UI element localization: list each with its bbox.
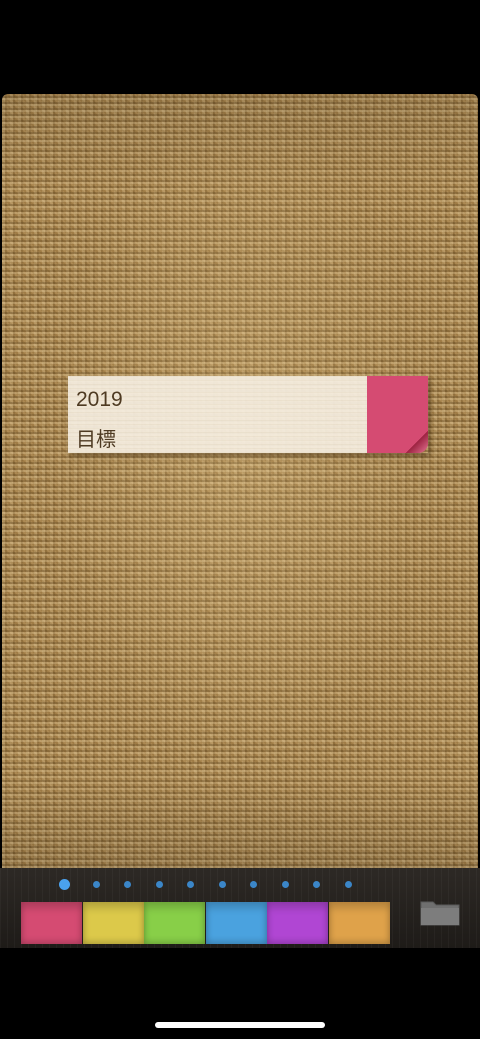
color-swatch-blue[interactable] xyxy=(205,902,267,944)
note-text: 目標 xyxy=(76,429,116,451)
page-dot[interactable] xyxy=(187,881,194,888)
color-swatch-purple[interactable] xyxy=(267,902,328,944)
note-color-tab[interactable] xyxy=(367,376,428,453)
page-dot[interactable] xyxy=(250,881,257,888)
page-dot[interactable] xyxy=(313,881,320,888)
folder-icon[interactable] xyxy=(418,896,462,928)
page-dot[interactable] xyxy=(124,881,131,888)
page-indicator[interactable] xyxy=(0,878,480,890)
color-swatch-yellow[interactable] xyxy=(82,902,144,944)
page-dot[interactable] xyxy=(218,881,226,888)
color-swatch-green[interactable] xyxy=(144,902,205,944)
bottom-toolbar xyxy=(0,868,480,948)
page-dot[interactable] xyxy=(281,881,289,888)
page-dot[interactable] xyxy=(59,879,70,890)
color-swatch-orange[interactable] xyxy=(328,902,390,944)
page-dot[interactable] xyxy=(344,881,352,888)
corkboard[interactable] xyxy=(2,94,478,868)
home-indicator[interactable] xyxy=(155,1022,325,1028)
note-title: 2019 xyxy=(76,388,123,411)
color-swatch-pink[interactable] xyxy=(21,902,82,944)
sticky-note-body[interactable]: 2019 目標 xyxy=(68,376,367,453)
app-screen: 2019 目標 xyxy=(0,0,480,1039)
page-dot[interactable] xyxy=(92,881,100,888)
page-dot[interactable] xyxy=(155,881,163,888)
page-curl-icon xyxy=(406,431,428,453)
sticky-note[interactable]: 2019 目標 xyxy=(68,376,428,453)
